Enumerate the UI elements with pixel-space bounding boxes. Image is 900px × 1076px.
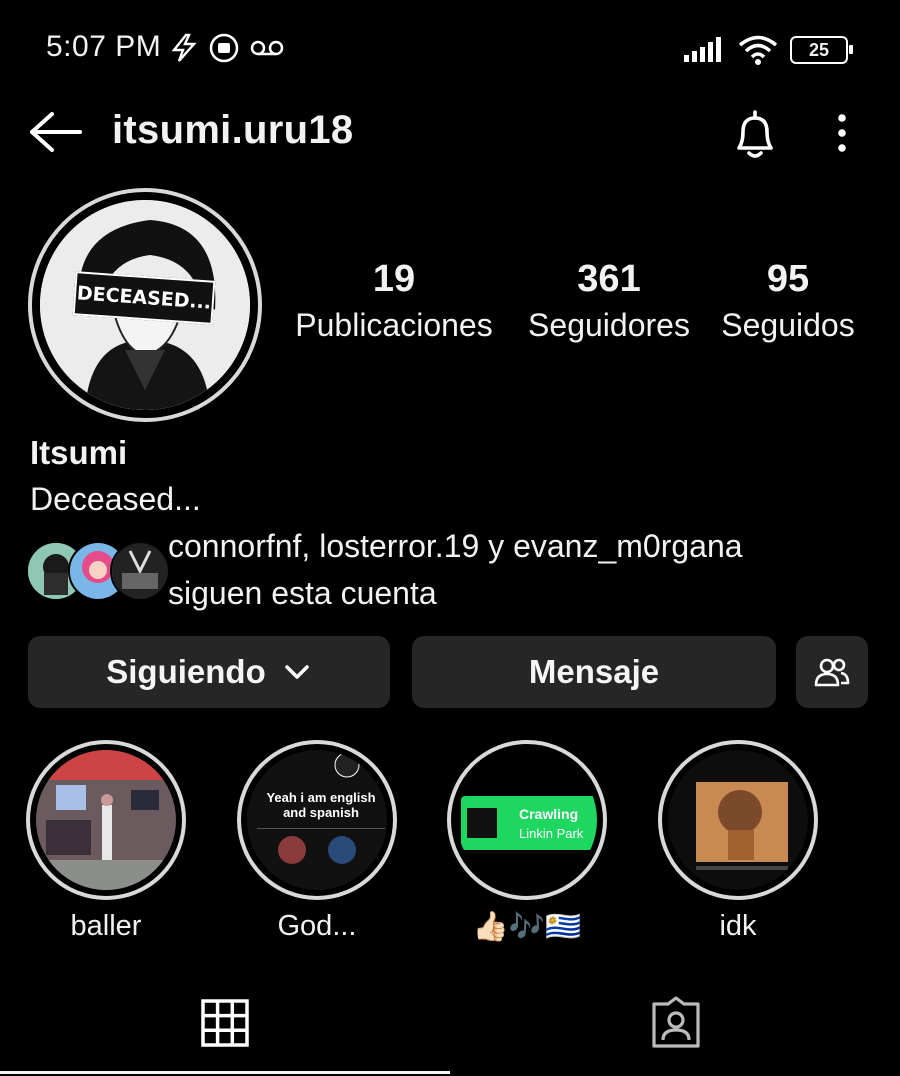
- highlight-idk[interactable]: idk: [658, 740, 818, 943]
- highlight-ring: [658, 740, 818, 900]
- voicemail-icon: [250, 40, 284, 56]
- battery-level: 25: [808, 39, 830, 60]
- add-people-icon: [814, 658, 850, 687]
- status-right-icons: 25: [684, 34, 853, 66]
- more-options-icon[interactable]: [828, 110, 856, 158]
- stat-followers[interactable]: 361 Seguidores: [518, 258, 700, 344]
- album-art: [467, 808, 497, 838]
- song-title: Crawling: [519, 806, 579, 822]
- posts-label: Publicaciones: [295, 307, 493, 343]
- following-button-label: Siguiendo: [106, 653, 266, 690]
- highlight-ring: Yeah i am english and spanish: [237, 740, 397, 900]
- back-arrow-icon[interactable]: [28, 110, 84, 154]
- stat-posts[interactable]: 19 Publicaciones: [284, 258, 504, 344]
- message-button-label: Mensaje: [528, 653, 660, 690]
- profile-username: itsumi.uru18: [112, 108, 354, 152]
- sim-icon: [209, 33, 239, 63]
- posts-count: 19: [372, 258, 416, 300]
- mutual-followers-avatars[interactable]: [26, 541, 170, 601]
- flash-icon: [171, 33, 197, 62]
- highlight-thumbnail: [668, 750, 808, 890]
- stat-following[interactable]: 95 Seguidos: [712, 258, 864, 344]
- highlight-label: God...: [277, 910, 357, 942]
- message-button[interactable]: Mensaje: [412, 636, 776, 708]
- tagged-posts-tab-icon[interactable]: [650, 996, 702, 1050]
- status-left-icons: [170, 32, 284, 64]
- signal-icon: [684, 37, 721, 62]
- highlight-thumbnail: Yeah i am english and spanish: [247, 750, 387, 890]
- avatar-image: DECEASED...: [40, 200, 250, 410]
- following-button[interactable]: Siguiendo: [28, 636, 390, 708]
- wifi-icon: [738, 35, 778, 65]
- followers-label: Seguidores: [528, 307, 690, 343]
- mutual-followers-names[interactable]: connorfnf, losterror.19 y evanz_m0rgana: [168, 528, 743, 565]
- chevron-down-icon: [285, 665, 309, 679]
- status-time: 5:07 PM: [46, 30, 162, 63]
- highlight-ring: Crawling Linkin Park: [447, 740, 607, 900]
- spotify-card: Crawling Linkin Park: [461, 796, 597, 850]
- profile-name: Itsumi: [30, 434, 128, 471]
- battery-indicator: 25: [790, 36, 853, 64]
- following-label: Seguidos: [721, 307, 855, 343]
- highlight-god[interactable]: Yeah i am english and spanish God...: [237, 740, 397, 943]
- active-tab-indicator: [0, 1071, 450, 1074]
- highlight-baller[interactable]: baller: [26, 740, 186, 943]
- highlight-label: 👍🏻🎶🇺🇾: [472, 911, 582, 943]
- notification-bell-icon[interactable]: [728, 108, 782, 162]
- posts-grid-tab-icon[interactable]: [200, 998, 250, 1048]
- suggested-accounts-button[interactable]: [796, 636, 868, 708]
- mutual-followers-caption: siguen esta cuenta: [168, 575, 437, 611]
- profile-bio: Deceased...: [30, 481, 201, 517]
- song-artist: Linkin Park: [519, 826, 584, 841]
- profile-avatar[interactable]: DECEASED...: [28, 188, 262, 422]
- following-count: 95: [766, 258, 810, 300]
- highlight-music[interactable]: Crawling Linkin Park 👍🏻🎶🇺🇾: [447, 740, 607, 944]
- highlight-label: baller: [70, 910, 142, 942]
- highlight-thumbnail: Crawling Linkin Park: [457, 750, 597, 890]
- highlight-thumbnail: [36, 750, 176, 890]
- mutual-avatar-3: [110, 541, 170, 601]
- highlight-label: idk: [719, 910, 757, 942]
- followers-count: 361: [577, 258, 641, 300]
- highlight-ring: [26, 740, 186, 900]
